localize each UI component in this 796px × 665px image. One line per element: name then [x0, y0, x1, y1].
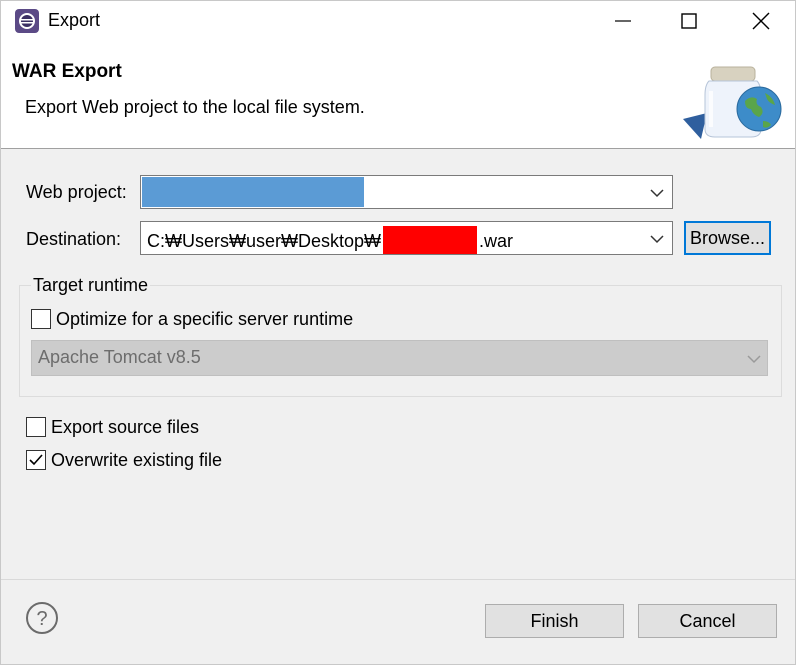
eclipse-app-icon: [15, 9, 39, 33]
chevron-down-icon: [747, 348, 761, 369]
runtime-combo: Apache Tomcat v8.5: [31, 340, 768, 376]
overwrite-checkbox[interactable]: [26, 450, 46, 470]
web-project-combo[interactable]: [140, 175, 673, 209]
window-title: Export: [48, 10, 101, 30]
close-icon: [752, 12, 770, 30]
wizard-description: Export Web project to the local file sys…: [25, 97, 365, 117]
title-bar: Export: [1, 1, 795, 41]
destination-label: Destination:: [26, 229, 122, 249]
chevron-down-icon: [646, 228, 668, 250]
maximize-icon: [681, 13, 697, 29]
export-source-checkbox[interactable]: [26, 417, 46, 437]
export-dialog: Export WAR Export Export Web project to …: [0, 0, 796, 665]
svg-text:?: ?: [36, 608, 47, 630]
minimize-button[interactable]: [595, 1, 651, 41]
destination-value: C:₩Users₩user₩Desktop₩ .war: [147, 226, 514, 256]
footer-separator: [1, 579, 795, 580]
wizard-banner: WAR Export Export Web project to the loc…: [1, 41, 795, 149]
overwrite-label[interactable]: Overwrite existing file: [51, 450, 222, 471]
wizard-title: WAR Export: [12, 61, 122, 82]
destination-prefix: C:₩Users₩user₩Desktop₩: [147, 230, 382, 251]
target-runtime-title: Target runtime: [31, 275, 151, 296]
browse-button[interactable]: Browse...: [684, 221, 771, 255]
optimize-runtime-label[interactable]: Optimize for a specific server runtime: [56, 309, 353, 330]
destination-combo[interactable]: C:₩Users₩user₩Desktop₩ .war: [140, 221, 673, 255]
minimize-icon: [615, 20, 631, 22]
cancel-button[interactable]: Cancel: [638, 604, 777, 638]
web-project-label: Web project:: [26, 182, 127, 202]
optimize-runtime-checkbox[interactable]: [31, 309, 51, 329]
finish-button[interactable]: Finish: [485, 604, 624, 638]
close-button[interactable]: [733, 1, 789, 41]
chevron-down-icon: [646, 182, 668, 204]
runtime-value: Apache Tomcat v8.5: [38, 347, 201, 367]
maximize-button[interactable]: [661, 1, 717, 41]
help-icon[interactable]: ?: [25, 601, 59, 635]
destination-suffix: .war: [479, 230, 514, 251]
redacted-project-name: [142, 177, 364, 207]
jar-globe-icon: [681, 51, 789, 151]
redacted-filename: [383, 226, 478, 254]
export-source-label[interactable]: Export source files: [51, 417, 199, 438]
checkmark-icon: [29, 454, 43, 466]
